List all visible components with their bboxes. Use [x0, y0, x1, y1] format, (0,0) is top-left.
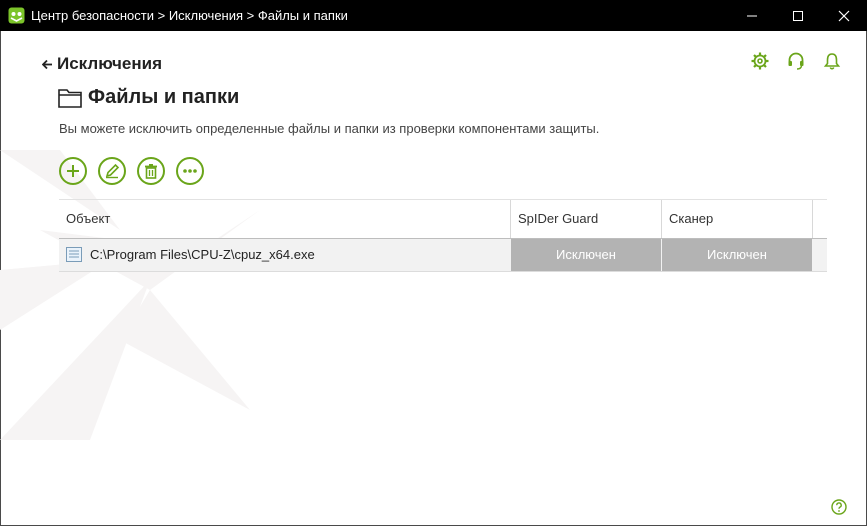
support-headset-icon[interactable]	[786, 51, 806, 71]
drweb-logo-icon	[8, 7, 25, 24]
column-divider	[812, 200, 813, 238]
notifications-bell-icon[interactable]	[822, 51, 842, 71]
column-header-object[interactable]: Объект	[59, 200, 511, 238]
close-icon	[838, 10, 850, 21]
add-icon	[67, 165, 79, 177]
table-header: Объект SpIDer Guard Сканер	[59, 199, 827, 239]
delete-button[interactable]	[137, 157, 165, 185]
minimize-button[interactable]	[729, 0, 775, 31]
page-header: Файлы и папки	[58, 86, 239, 109]
settings-gear-icon[interactable]	[750, 51, 770, 71]
edit-button[interactable]	[98, 157, 126, 185]
table-row[interactable]: C:\Program Files\CPU-Z\cpuz_x64.exe Искл…	[59, 239, 827, 272]
row-scanner-status[interactable]: Исключен	[662, 239, 812, 271]
file-icon	[66, 247, 82, 262]
exclusions-table: Объект SpIDer Guard Сканер C:\Program Fi…	[59, 199, 827, 272]
column-header-spider-guard[interactable]: SpIDer Guard	[511, 200, 661, 238]
arrow-left-icon	[42, 59, 52, 69]
folder-icon	[58, 88, 82, 108]
help-icon[interactable]	[831, 499, 847, 515]
column-header-scanner[interactable]: Сканер	[662, 200, 812, 238]
title-bar: Центр безопасности > Исключения > Файлы …	[0, 0, 867, 31]
edit-pencil-icon	[105, 163, 120, 179]
window-title: Центр безопасности > Исключения > Файлы …	[31, 8, 348, 23]
page-title: Файлы и папки	[88, 86, 240, 108]
row-spider-guard-status[interactable]: Исключен	[511, 239, 661, 271]
close-button[interactable]	[821, 0, 867, 31]
back-link-label: Исключения	[57, 54, 163, 73]
minimize-icon	[747, 15, 757, 16]
row-object-path: C:\Program Files\CPU-Z\cpuz_x64.exe	[90, 247, 315, 262]
more-icon	[183, 169, 197, 173]
delete-trash-icon	[145, 164, 157, 179]
more-button[interactable]	[176, 157, 204, 185]
maximize-button[interactable]	[775, 0, 821, 31]
maximize-icon	[793, 10, 803, 21]
back-link[interactable]: Исключения	[42, 54, 162, 74]
add-button[interactable]	[59, 157, 87, 185]
page-description: Вы можете исключить определенные файлы и…	[59, 121, 600, 136]
